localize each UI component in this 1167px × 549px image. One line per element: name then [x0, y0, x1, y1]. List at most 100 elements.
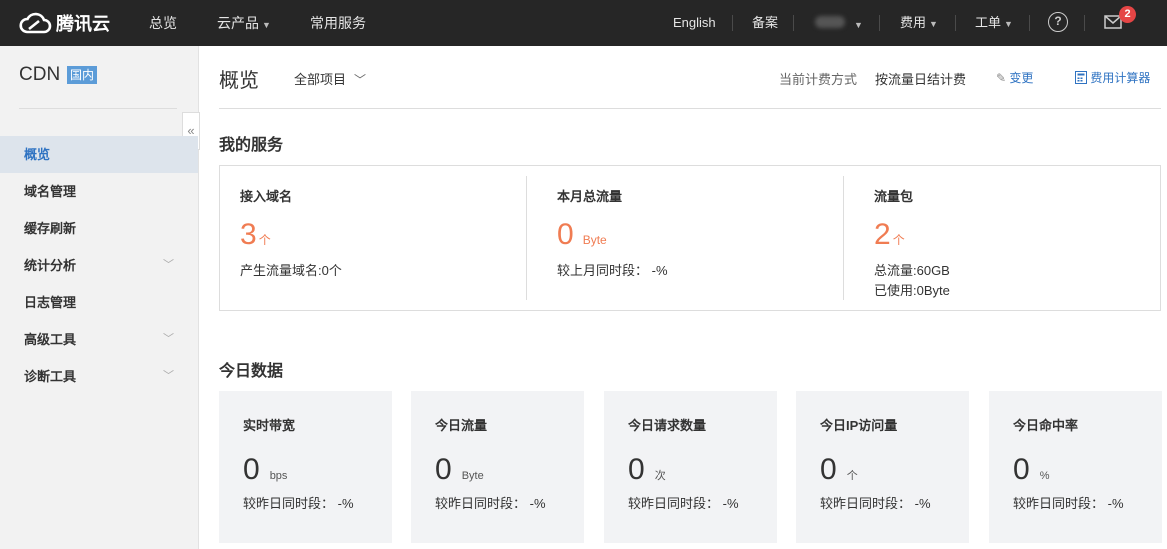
- nav-cloud-products-label: 云产品: [217, 15, 259, 31]
- user-account-blurred[interactable]: [815, 16, 845, 28]
- stat-label: 今日流量: [435, 418, 488, 433]
- header-divider: [219, 108, 1161, 109]
- separator: [1084, 15, 1085, 31]
- service-monthly-traffic: 本月总流量 0 Byte 较上月同时段： -%: [537, 166, 854, 310]
- stat-compare: 较昨日同时段： -%: [435, 496, 546, 511]
- sidebar-item-label: 统计分析: [24, 258, 77, 273]
- service-detail: 较上月同时段： -%: [557, 263, 668, 278]
- service-accessed-domains: 接入域名 3个 产生流量域名:0个: [220, 166, 537, 310]
- change-billing-label: 变更: [1009, 71, 1034, 85]
- stat-unit: Byte: [461, 470, 484, 482]
- billing-mode-value: 按流量日结计费: [875, 72, 967, 87]
- sidebar-item-overview[interactable]: 概览: [0, 136, 198, 173]
- my-services-title: 我的服务: [219, 137, 284, 154]
- sidebar-item-label: 域名管理: [24, 184, 77, 199]
- sidebar-item-advanced-tools[interactable]: 高级工具 ﹀: [0, 321, 198, 358]
- tickets-menu[interactable]: 工单 ▼: [975, 0, 1013, 46]
- mail-unread-badge: 2: [1119, 6, 1136, 23]
- region-tag: 国内: [67, 66, 98, 84]
- pencil-icon: ✎: [996, 71, 1007, 85]
- stat-number: 0: [1013, 453, 1030, 486]
- service-unit: Byte: [582, 233, 607, 247]
- stat-number: 0: [243, 453, 260, 486]
- sidebar-item-label: 日志管理: [24, 295, 77, 310]
- sidebar-item-label: 诊断工具: [24, 369, 77, 384]
- sidebar: CDN 国内 « 概览 域名管理 缓存刷新 统计分析 ﹀ 日志管理 高级工具 ﹀ 诊…: [0, 46, 200, 549]
- service-detail: 总流量:60GB: [874, 263, 950, 278]
- stat-compare: 较昨日同时段： -%: [243, 496, 354, 511]
- sidebar-item-diagnostic-tools[interactable]: 诊断工具 ﹀: [0, 358, 198, 395]
- stat-card-bandwidth: 实时带宽 0 bps 较昨日同时段： -%: [219, 391, 392, 543]
- divider: [19, 108, 177, 109]
- service-number: 3: [240, 218, 257, 251]
- stat-card-hit-rate: 今日命中率 0% 较昨日同时段： -%: [989, 391, 1162, 543]
- stat-number: 0: [435, 453, 452, 486]
- today-data-title: 今日数据: [219, 363, 284, 380]
- sidebar-menu: 概览 域名管理 缓存刷新 统计分析 ﹀ 日志管理 高级工具 ﹀ 诊断工具 ﹀: [0, 136, 198, 395]
- tencent-cloud-logo[interactable]: 腾讯云: [18, 9, 110, 37]
- caret-down-icon: ▼: [854, 20, 863, 30]
- stat-unit: 次: [654, 470, 666, 482]
- separator: [879, 15, 880, 31]
- sidebar-item-domain-management[interactable]: 域名管理: [0, 173, 198, 210]
- beian-link[interactable]: 备案: [752, 0, 778, 46]
- nav-common-services[interactable]: 常用服务: [310, 0, 366, 46]
- service-label: 接入域名: [240, 189, 293, 204]
- stat-label: 今日IP访问量: [820, 418, 898, 433]
- stat-number: 0: [628, 453, 645, 486]
- separator: [793, 15, 794, 31]
- logo-text: 腾讯云: [56, 14, 110, 34]
- language-switch[interactable]: English: [673, 0, 716, 46]
- sidebar-item-statistics[interactable]: 统计分析 ﹀: [0, 247, 198, 284]
- service-value: 2个: [874, 218, 905, 252]
- service-detail: 已使用:0Byte: [874, 283, 950, 298]
- stat-value: 0个: [820, 453, 858, 487]
- stat-unit: %: [1039, 470, 1050, 482]
- top-nav-bar: 腾讯云 总览 云产品 ▼ 常用服务 English 备案 ▼ 费用 ▼ 工单 ▼ ? …: [0, 0, 1167, 46]
- fees-label: 费用: [900, 15, 927, 30]
- separator: [732, 15, 733, 31]
- nav-cloud-products[interactable]: 云产品 ▼: [217, 0, 271, 46]
- chevron-down-icon: ﹀: [163, 333, 174, 345]
- nav-overview[interactable]: 总览: [149, 0, 177, 46]
- fee-calculator-label: 费用计算器: [1090, 71, 1151, 85]
- divider: [843, 176, 844, 300]
- chevron-down-icon: ﹀: [163, 370, 174, 382]
- stat-card-ip-visits: 今日IP访问量 0个 较昨日同时段： -%: [796, 391, 969, 543]
- service-detail: 产生流量域名:0个: [240, 263, 342, 278]
- sidebar-item-label: 缓存刷新: [24, 221, 77, 236]
- stat-compare: 较昨日同时段： -%: [628, 496, 739, 511]
- account-menu-caret[interactable]: ▼: [851, 0, 863, 46]
- service-label: 本月总流量: [557, 189, 623, 204]
- stat-label: 实时带宽: [243, 418, 296, 433]
- separator: [955, 15, 956, 31]
- stat-card-traffic: 今日流量 0 Byte 较昨日同时段： -%: [411, 391, 584, 543]
- project-select[interactable]: 全部项目 ﹀: [294, 69, 366, 88]
- service-unit: 个: [892, 233, 905, 247]
- tickets-label: 工单: [975, 15, 1002, 30]
- stat-compare: 较昨日同时段： -%: [1013, 496, 1124, 511]
- stat-value: 0 bps: [243, 453, 287, 487]
- sidebar-item-cache-refresh[interactable]: 缓存刷新: [0, 210, 198, 247]
- cloud-logo-icon: [19, 12, 52, 34]
- sidebar-item-label: 高级工具: [24, 332, 77, 347]
- stat-label: 今日请求数量: [628, 418, 707, 433]
- fee-calculator-link[interactable]: 费用计算器: [1075, 69, 1150, 86]
- help-icon[interactable]: ?: [1048, 12, 1068, 32]
- change-billing-link[interactable]: ✎ 变更: [996, 69, 1033, 86]
- sidebar-item-log-management[interactable]: 日志管理: [0, 284, 198, 321]
- main-content: 概览 全部项目 ﹀ 当前计费方式 按流量日结计费 ✎ 变更 费用计算器 我的服务 …: [199, 46, 1167, 549]
- project-select-value: 全部项目: [294, 72, 347, 87]
- caret-down-icon: ▼: [1004, 19, 1013, 29]
- caret-down-icon: ▼: [262, 20, 271, 30]
- stat-label: 今日命中率: [1013, 418, 1079, 433]
- service-traffic-package: 流量包 2个 总流量:60GB 已使用:0Byte: [854, 166, 1167, 310]
- chevron-down-icon: ﹀: [163, 259, 174, 271]
- fees-menu[interactable]: 费用 ▼: [900, 0, 938, 46]
- stat-value: 0次: [628, 453, 666, 487]
- page-title: 概览: [219, 70, 259, 92]
- stat-compare: 较昨日同时段： -%: [820, 496, 931, 511]
- sidebar-product-title: CDN: [19, 64, 61, 85]
- stat-unit: bps: [269, 470, 288, 482]
- stat-value: 0%: [1013, 453, 1049, 487]
